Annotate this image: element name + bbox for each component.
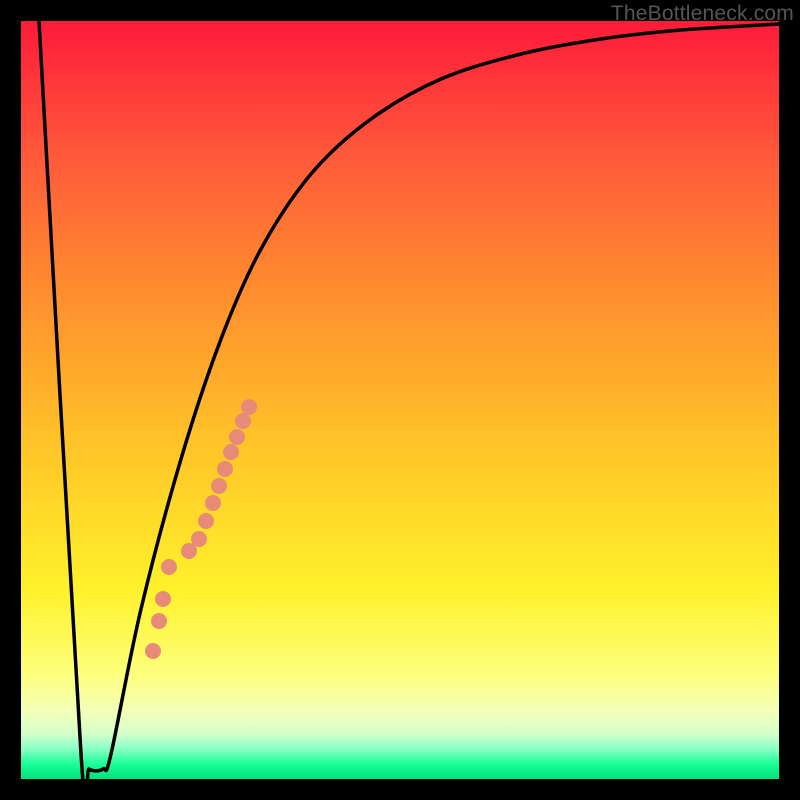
marker-dot [151, 613, 167, 629]
chart-frame: TheBottleneck.com [0, 0, 800, 800]
marker-dot [235, 413, 251, 429]
plot-area [21, 21, 779, 779]
marker-dot [191, 531, 207, 547]
watermark-label: TheBottleneck.com [611, 2, 794, 26]
marker-dot [145, 643, 161, 659]
marker-dot [161, 559, 177, 575]
marker-dot [241, 399, 257, 415]
marker-dot [223, 444, 239, 460]
chart-svg [21, 21, 779, 779]
marker-dot [229, 429, 245, 445]
marker-dot [205, 495, 221, 511]
main-curve [39, 21, 779, 779]
marker-dot [155, 591, 171, 607]
marker-dot [211, 478, 227, 494]
marker-dot [217, 461, 233, 477]
marker-dot [198, 513, 214, 529]
